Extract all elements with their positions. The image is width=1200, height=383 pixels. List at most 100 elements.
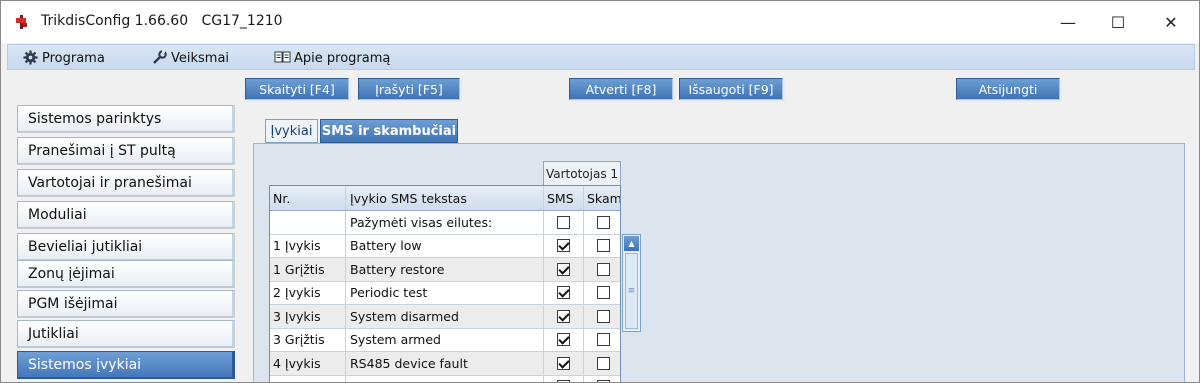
row-nr (270, 375, 346, 382)
call-checkbox[interactable] (596, 239, 610, 253)
maximize-button[interactable]: ☐ (1103, 9, 1133, 35)
table-row[interactable]: 2 Įvykis Periodic test (270, 281, 620, 305)
row-sms-cell (544, 305, 584, 328)
sidebar-item-jutikliai[interactable]: Jutikliai (17, 320, 235, 348)
table-row[interactable]: 1 Grįžtis Battery restore (270, 258, 620, 282)
row-sms-cell (544, 328, 584, 351)
row-nr: 3 Grįžtis (270, 328, 346, 351)
select-all-nr (270, 211, 346, 234)
sidebar-item-bevieliai[interactable]: Bevieliai jutikliai (17, 233, 235, 261)
row-sms-text[interactable]: System armed (346, 328, 544, 351)
tab-sms-skambuciai[interactable]: SMS ir skambučiai (320, 119, 458, 143)
menu-bar: Programa Veiksmai Apie programą (7, 44, 1195, 70)
select-all-sms-checkbox[interactable] (557, 215, 570, 229)
select-all-label: Pažymėti visas eilutes: (346, 211, 544, 234)
sms-checkbox[interactable] (557, 286, 570, 300)
tab-ivykiai[interactable]: Įvykiai (265, 119, 318, 143)
row-nr: 2 Įvykis (270, 281, 346, 304)
col-header-call[interactable]: Skambutis (584, 186, 620, 210)
sidebar-item-pranesimai-st[interactable]: Pranešimai į ST pultą (17, 137, 235, 165)
device-name: CG17_1210 (201, 13, 283, 29)
menu-label: Programa (42, 50, 105, 66)
table-row[interactable] (270, 375, 620, 382)
close-button[interactable]: ✕ (1156, 9, 1186, 35)
gear-icon (22, 50, 38, 66)
write-button[interactable]: Įrašyti [F5] (358, 78, 460, 100)
menu-label: Apie programą (294, 50, 391, 66)
call-checkbox[interactable] (596, 356, 610, 370)
sidebar-item-zonu-iejimai[interactable]: Zonų įėjimai (17, 260, 235, 288)
row-sms-cell (544, 375, 584, 382)
sms-checkbox[interactable] (557, 262, 570, 276)
sidebar-item-pgm[interactable]: PGM išėjimai (17, 290, 235, 318)
events-grid: Nr. Įvykio SMS tekstas SMS Skambutis Paž… (269, 185, 621, 382)
app-name: TrikdisConfig 1.66.60 (41, 13, 189, 29)
col-header-sms[interactable]: SMS (544, 186, 584, 210)
row-sms-text[interactable]: Battery low (346, 234, 544, 257)
row-sms-cell (544, 352, 584, 375)
row-nr: 3 Įvykis (270, 305, 346, 328)
row-nr: 4 Įvykis (270, 352, 346, 375)
sidebar-item-vartotojai[interactable]: Vartotojai ir pranešimai (17, 169, 235, 197)
select-all-call-cell (584, 211, 620, 234)
table-row[interactable]: 3 Grįžtis System armed (270, 328, 620, 352)
close-icon: ✕ (1164, 12, 1178, 32)
table-row[interactable]: 3 Įvykis System disarmed (270, 305, 620, 329)
sidebar-item-sistemos-parinktys[interactable]: Sistemos parinktys (17, 105, 235, 133)
row-sms-cell (544, 234, 584, 257)
table-row[interactable]: 4 Įvykis RS485 device fault (270, 352, 620, 376)
row-sms-text[interactable]: Battery restore (346, 258, 544, 281)
sms-checkbox[interactable] (557, 333, 570, 347)
maximize-icon: ☐ (1110, 12, 1126, 32)
call-checkbox[interactable] (596, 286, 610, 300)
row-nr: 1 Grįžtis (270, 258, 346, 281)
user-group-header: Vartotojas 1 (543, 161, 621, 185)
row-call-cell (584, 352, 620, 375)
call-checkbox[interactable] (596, 309, 610, 323)
col-header-nr[interactable]: Nr. (270, 186, 346, 210)
row-call-cell (584, 329, 620, 352)
save-button[interactable]: Išsaugoti [F9] (679, 78, 783, 100)
row-call-cell (584, 305, 620, 328)
sidebar: Sistemos parinktys Pranešimai į ST pultą… (17, 105, 235, 382)
menu-apie[interactable]: Apie programą (274, 48, 390, 68)
grid-scrollbar[interactable]: ▲ ≡ (622, 234, 641, 332)
table-row[interactable]: 1 Įvykis Battery low (270, 234, 620, 258)
read-button[interactable]: Skaityti [F4] (245, 78, 349, 100)
sms-checkbox[interactable] (557, 239, 570, 253)
grid-header-row: Nr. Įvykio SMS tekstas SMS Skambutis (270, 186, 620, 211)
select-all-call-checkbox[interactable] (596, 215, 610, 229)
row-sms-text[interactable]: System disarmed (346, 305, 544, 328)
scroll-up-arrow-icon[interactable]: ▲ (624, 236, 639, 251)
scroll-thumb[interactable]: ≡ (625, 253, 638, 329)
row-call-cell (584, 282, 620, 305)
row-sms-text[interactable] (346, 375, 544, 382)
row-call-cell (584, 376, 620, 382)
col-header-text[interactable]: Įvykio SMS tekstas (346, 186, 544, 210)
row-sms-cell (544, 281, 584, 304)
select-all-row: Pažymėti visas eilutes: (270, 211, 620, 235)
row-sms-text[interactable]: Periodic test (346, 281, 544, 304)
disconnect-button[interactable]: Atsijungti (956, 78, 1060, 100)
row-call-cell (584, 258, 620, 281)
row-sms-text[interactable]: RS485 device fault (346, 352, 544, 375)
sidebar-item-sistemos-ivykiai[interactable]: Sistemos įvykiai (17, 351, 235, 379)
minimize-button[interactable]: — (1053, 9, 1083, 35)
open-button[interactable]: Atverti [F8] (569, 78, 673, 100)
sidebar-item-moduliai[interactable]: Moduliai (17, 201, 235, 229)
book-icon (274, 50, 291, 66)
row-nr: 1 Įvykis (270, 234, 346, 257)
menu-label: Veiksmai (171, 50, 230, 66)
sms-checkbox[interactable] (557, 356, 570, 370)
title-bar: TrikdisConfig 1.66.60 CG17_1210 — ☐ ✕ (1, 1, 1199, 43)
row-call-cell (584, 235, 620, 258)
select-all-sms-cell (544, 211, 584, 234)
call-checkbox[interactable] (596, 262, 610, 276)
call-checkbox[interactable] (596, 333, 610, 347)
sms-checkbox[interactable] (557, 309, 570, 323)
menu-programa[interactable]: Programa (22, 48, 105, 68)
row-sms-cell (544, 258, 584, 281)
minimize-icon: — (1060, 12, 1076, 32)
menu-veiksmai[interactable]: Veiksmai (151, 48, 229, 68)
app-window: TrikdisConfig 1.66.60 CG17_1210 — ☐ ✕ Pr… (0, 0, 1200, 383)
